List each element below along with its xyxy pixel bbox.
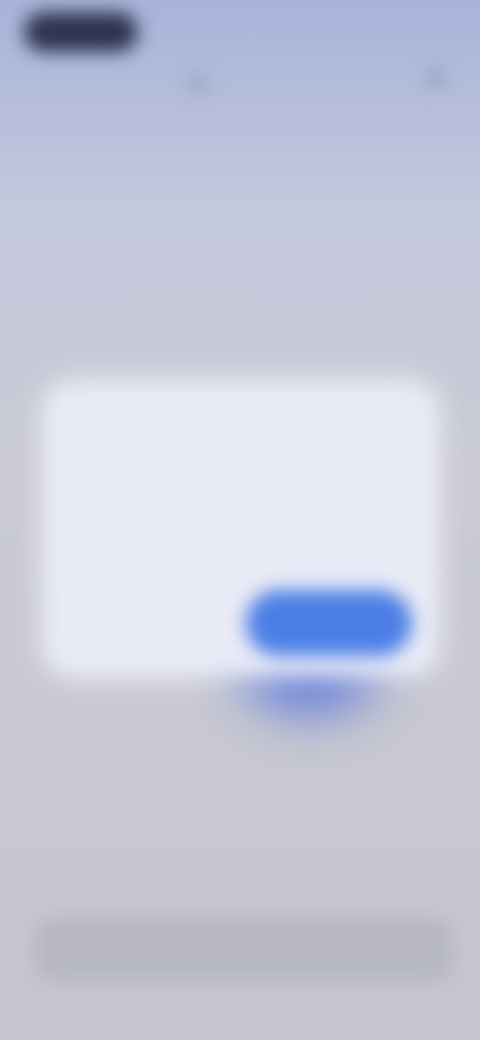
dialog-confirm-button[interactable] <box>246 590 412 656</box>
bottom-action-bar[interactable] <box>34 918 454 982</box>
top-center-indicator <box>188 78 208 88</box>
top-right-indicator <box>428 70 444 86</box>
dialog-cancel-button[interactable] <box>92 602 212 646</box>
status-pill <box>24 12 138 52</box>
dialog-card <box>46 384 436 674</box>
